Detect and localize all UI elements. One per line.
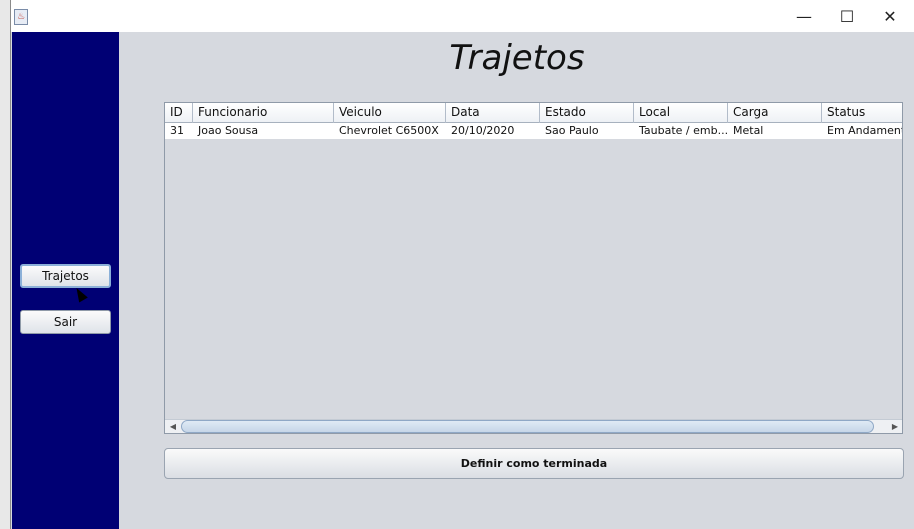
cell-data: 20/10/2020 [451,124,515,137]
column-header-carga[interactable]: Carga [728,103,822,123]
close-button[interactable]: ✕ [868,5,912,29]
table-header: ID Funcionario Veiculo Data Estado Local… [165,103,902,123]
column-header-funcionario[interactable]: Funcionario [193,103,334,123]
cell-veiculo: Chevrolet C6500X [339,124,439,137]
sidebar: Trajetos Sair [12,32,119,529]
mouse-cursor-icon [72,285,88,303]
horizontal-scrollbar[interactable]: ◀ ▶ [165,419,902,433]
definir-como-terminada-button[interactable]: Definir como terminada [164,448,904,479]
cell-funcionario: Joao Sousa [198,124,259,137]
column-header-id[interactable]: ID [165,103,193,123]
cell-estado: Sao Paulo [545,124,599,137]
column-header-veiculo[interactable]: Veiculo [334,103,446,123]
scrollbar-thumb[interactable] [181,420,874,433]
scroll-right-icon[interactable]: ▶ [889,421,901,433]
minimize-button[interactable]: — [782,5,826,29]
column-header-local[interactable]: Local [634,103,728,123]
java-icon: ♨ [14,9,28,25]
column-header-data[interactable]: Data [446,103,540,123]
column-header-status[interactable]: Status [822,103,902,123]
title-bar: ♨ — ☐ ✕ [11,0,914,32]
cell-carga: Metal [733,124,764,137]
maximize-button[interactable]: ☐ [825,5,869,29]
trajetos-table: ID Funcionario Veiculo Data Estado Local… [164,102,903,434]
cell-status: Em Andamento [827,124,902,137]
trajetos-button[interactable]: Trajetos [20,264,111,288]
sair-button[interactable]: Sair [20,310,111,334]
cell-local: Taubate / emb... [639,124,728,137]
column-header-estado[interactable]: Estado [540,103,634,123]
cell-id: 31 [170,124,184,137]
table-row[interactable]: 31 Joao Sousa Chevrolet C6500X 20/10/202… [165,123,902,139]
page-title: Trajetos [449,38,585,78]
app-window: ♨ — ☐ ✕ Trajetos Sair Trajetos ID Funcio… [10,0,914,529]
scroll-left-icon[interactable]: ◀ [167,421,179,433]
